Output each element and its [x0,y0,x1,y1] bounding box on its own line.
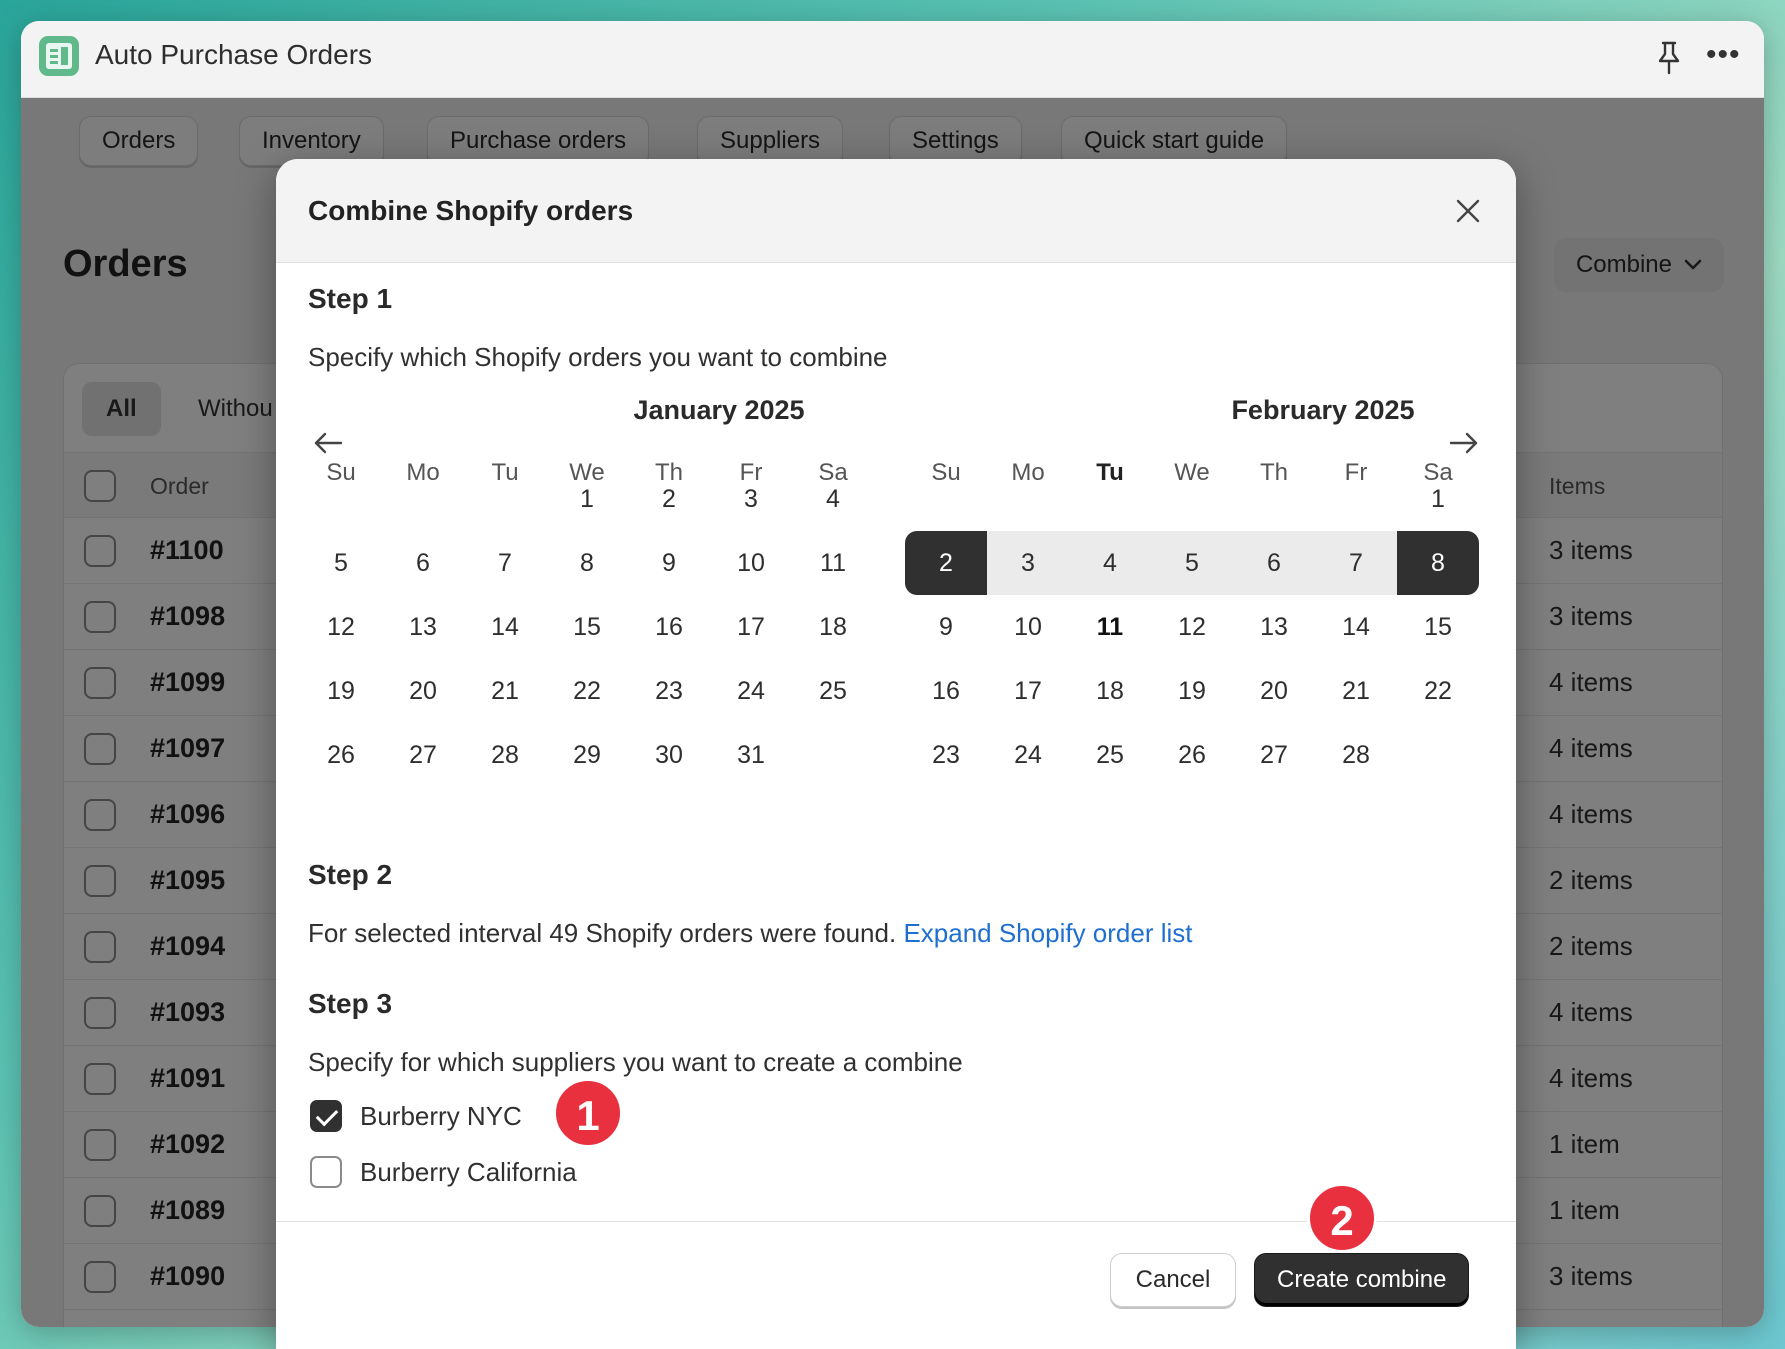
january-day[interactable]: 15 [546,595,628,659]
february-day[interactable]: 18 [1069,659,1151,723]
january-day[interactable]: 19 [300,659,382,723]
february-day[interactable]: 7 [1315,531,1397,595]
january-day[interactable]: 29 [546,723,628,787]
january-day[interactable]: 17 [710,595,792,659]
january-day[interactable]: 26 [300,723,382,787]
february-day[interactable]: 20 [1233,659,1315,723]
step3-title: Step 3 [308,988,393,1019]
february-day[interactable]: 13 [1233,595,1315,659]
february-day[interactable]: 1 [1397,467,1479,531]
pin-icon[interactable] [1654,39,1684,77]
february-day[interactable]: 24 [987,723,1069,787]
supplier-label: Burberry NYC [360,1100,522,1131]
step-badge-2: 2 [1307,1183,1377,1253]
january-day[interactable]: 5 [300,531,382,595]
weekday-label: Mo [1011,459,1045,486]
january-day[interactable]: 20 [382,659,464,723]
january-day[interactable]: 6 [382,531,464,595]
january-day[interactable]: 2 [628,467,710,531]
january-day[interactable]: 21 [464,659,546,723]
january-day[interactable]: 1 [546,467,628,531]
february-day[interactable]: 9 [905,595,987,659]
app-logo-icon [39,36,79,76]
january-day[interactable]: 9 [628,531,710,595]
january-day[interactable]: 4 [792,467,874,531]
step-badge-1: 1 [553,1078,623,1148]
february-day[interactable]: 23 [905,723,987,787]
app-title: Auto Purchase Orders [95,39,373,70]
february-day[interactable]: 28 [1315,723,1397,787]
create-combine-button[interactable]: Create combine [1254,1253,1470,1307]
step3-text: Specify for which suppliers you want to … [308,1047,963,1077]
next-month-arrow-icon[interactable] [1448,429,1480,457]
more-options-icon[interactable]: ••• [1706,40,1742,70]
february-day[interactable]: 19 [1151,659,1233,723]
february-day[interactable]: 8 [1397,531,1479,595]
january-day[interactable]: 12 [300,595,382,659]
combine-modal: Combine Shopify orders Step 1 Specify wh… [276,159,1516,1349]
supplier-burberry-nyc[interactable]: Burberry NYC [310,1099,522,1133]
february-day[interactable]: 16 [905,659,987,723]
weekday-label: Su [931,459,961,486]
february-day[interactable]: 12 [1151,595,1233,659]
step1-text: Specify which Shopify orders you want to… [308,342,888,372]
supplier-checkbox-checked[interactable] [310,1100,342,1132]
february-day[interactable]: 6 [1233,531,1315,595]
february-day[interactable]: 11 [1069,595,1151,659]
january-day[interactable]: 23 [628,659,710,723]
january-day[interactable]: 16 [628,595,710,659]
january-day[interactable]: 25 [792,659,874,723]
close-icon[interactable] [1454,197,1482,225]
january-day[interactable]: 27 [382,723,464,787]
january-day[interactable]: 31 [710,723,792,787]
january-day[interactable]: 13 [382,595,464,659]
step2-text: For selected interval 49 Shopify orders … [308,918,1192,949]
february-day[interactable]: 21 [1315,659,1397,723]
weekday-label: Mo [406,459,440,486]
february-day[interactable]: 4 [1069,531,1151,595]
january-day[interactable]: 22 [546,659,628,723]
weekday-label: Fr [1344,459,1368,486]
february-day[interactable]: 27 [1233,723,1315,787]
step1-title: Step 1 [308,283,393,314]
step2-title: Step 2 [308,859,393,890]
january-day[interactable]: 28 [464,723,546,787]
february-day[interactable]: 2 [905,531,987,595]
february-day[interactable]: 15 [1397,595,1479,659]
february-day[interactable]: 14 [1315,595,1397,659]
february-day[interactable]: 17 [987,659,1069,723]
expand-order-list-link[interactable]: Expand Shopify order list [903,918,1192,948]
supplier-label: Burberry California [360,1156,577,1187]
january-day[interactable]: 30 [628,723,710,787]
february-day[interactable]: 22 [1397,659,1479,723]
january-day[interactable]: 3 [710,467,792,531]
weekday-label: Tu [491,459,519,486]
orders-found-text: For selected interval 49 Shopify orders … [308,918,897,948]
title-bar: Auto Purchase Orders ••• [21,21,1764,98]
weekday-label: Tu [1096,459,1124,486]
february-day[interactable]: 3 [987,531,1069,595]
previous-month-arrow-icon[interactable] [312,429,344,457]
february-day[interactable]: 26 [1151,723,1233,787]
month-title-february: February 2025 [1231,395,1415,425]
weekday-label: We [1174,459,1210,486]
february-day[interactable]: 10 [987,595,1069,659]
supplier-burberry-california[interactable]: Burberry California [310,1155,577,1189]
supplier-checkbox-unchecked[interactable] [310,1156,342,1188]
january-day[interactable]: 11 [792,531,874,595]
january-day[interactable]: 18 [792,595,874,659]
modal-title: Combine Shopify orders [308,195,634,226]
weekday-label: Th [1259,459,1288,486]
month-title-january: January 2025 [633,395,805,425]
january-day[interactable]: 24 [710,659,792,723]
january-day[interactable]: 14 [464,595,546,659]
january-day[interactable]: 7 [464,531,546,595]
january-day[interactable]: 8 [546,531,628,595]
february-day[interactable]: 5 [1151,531,1233,595]
january-day[interactable]: 10 [710,531,792,595]
weekday-label: Su [326,459,356,486]
february-day[interactable]: 25 [1069,723,1151,787]
modal-header: Combine Shopify orders [276,159,1516,263]
cancel-button[interactable]: Cancel [1110,1253,1236,1307]
